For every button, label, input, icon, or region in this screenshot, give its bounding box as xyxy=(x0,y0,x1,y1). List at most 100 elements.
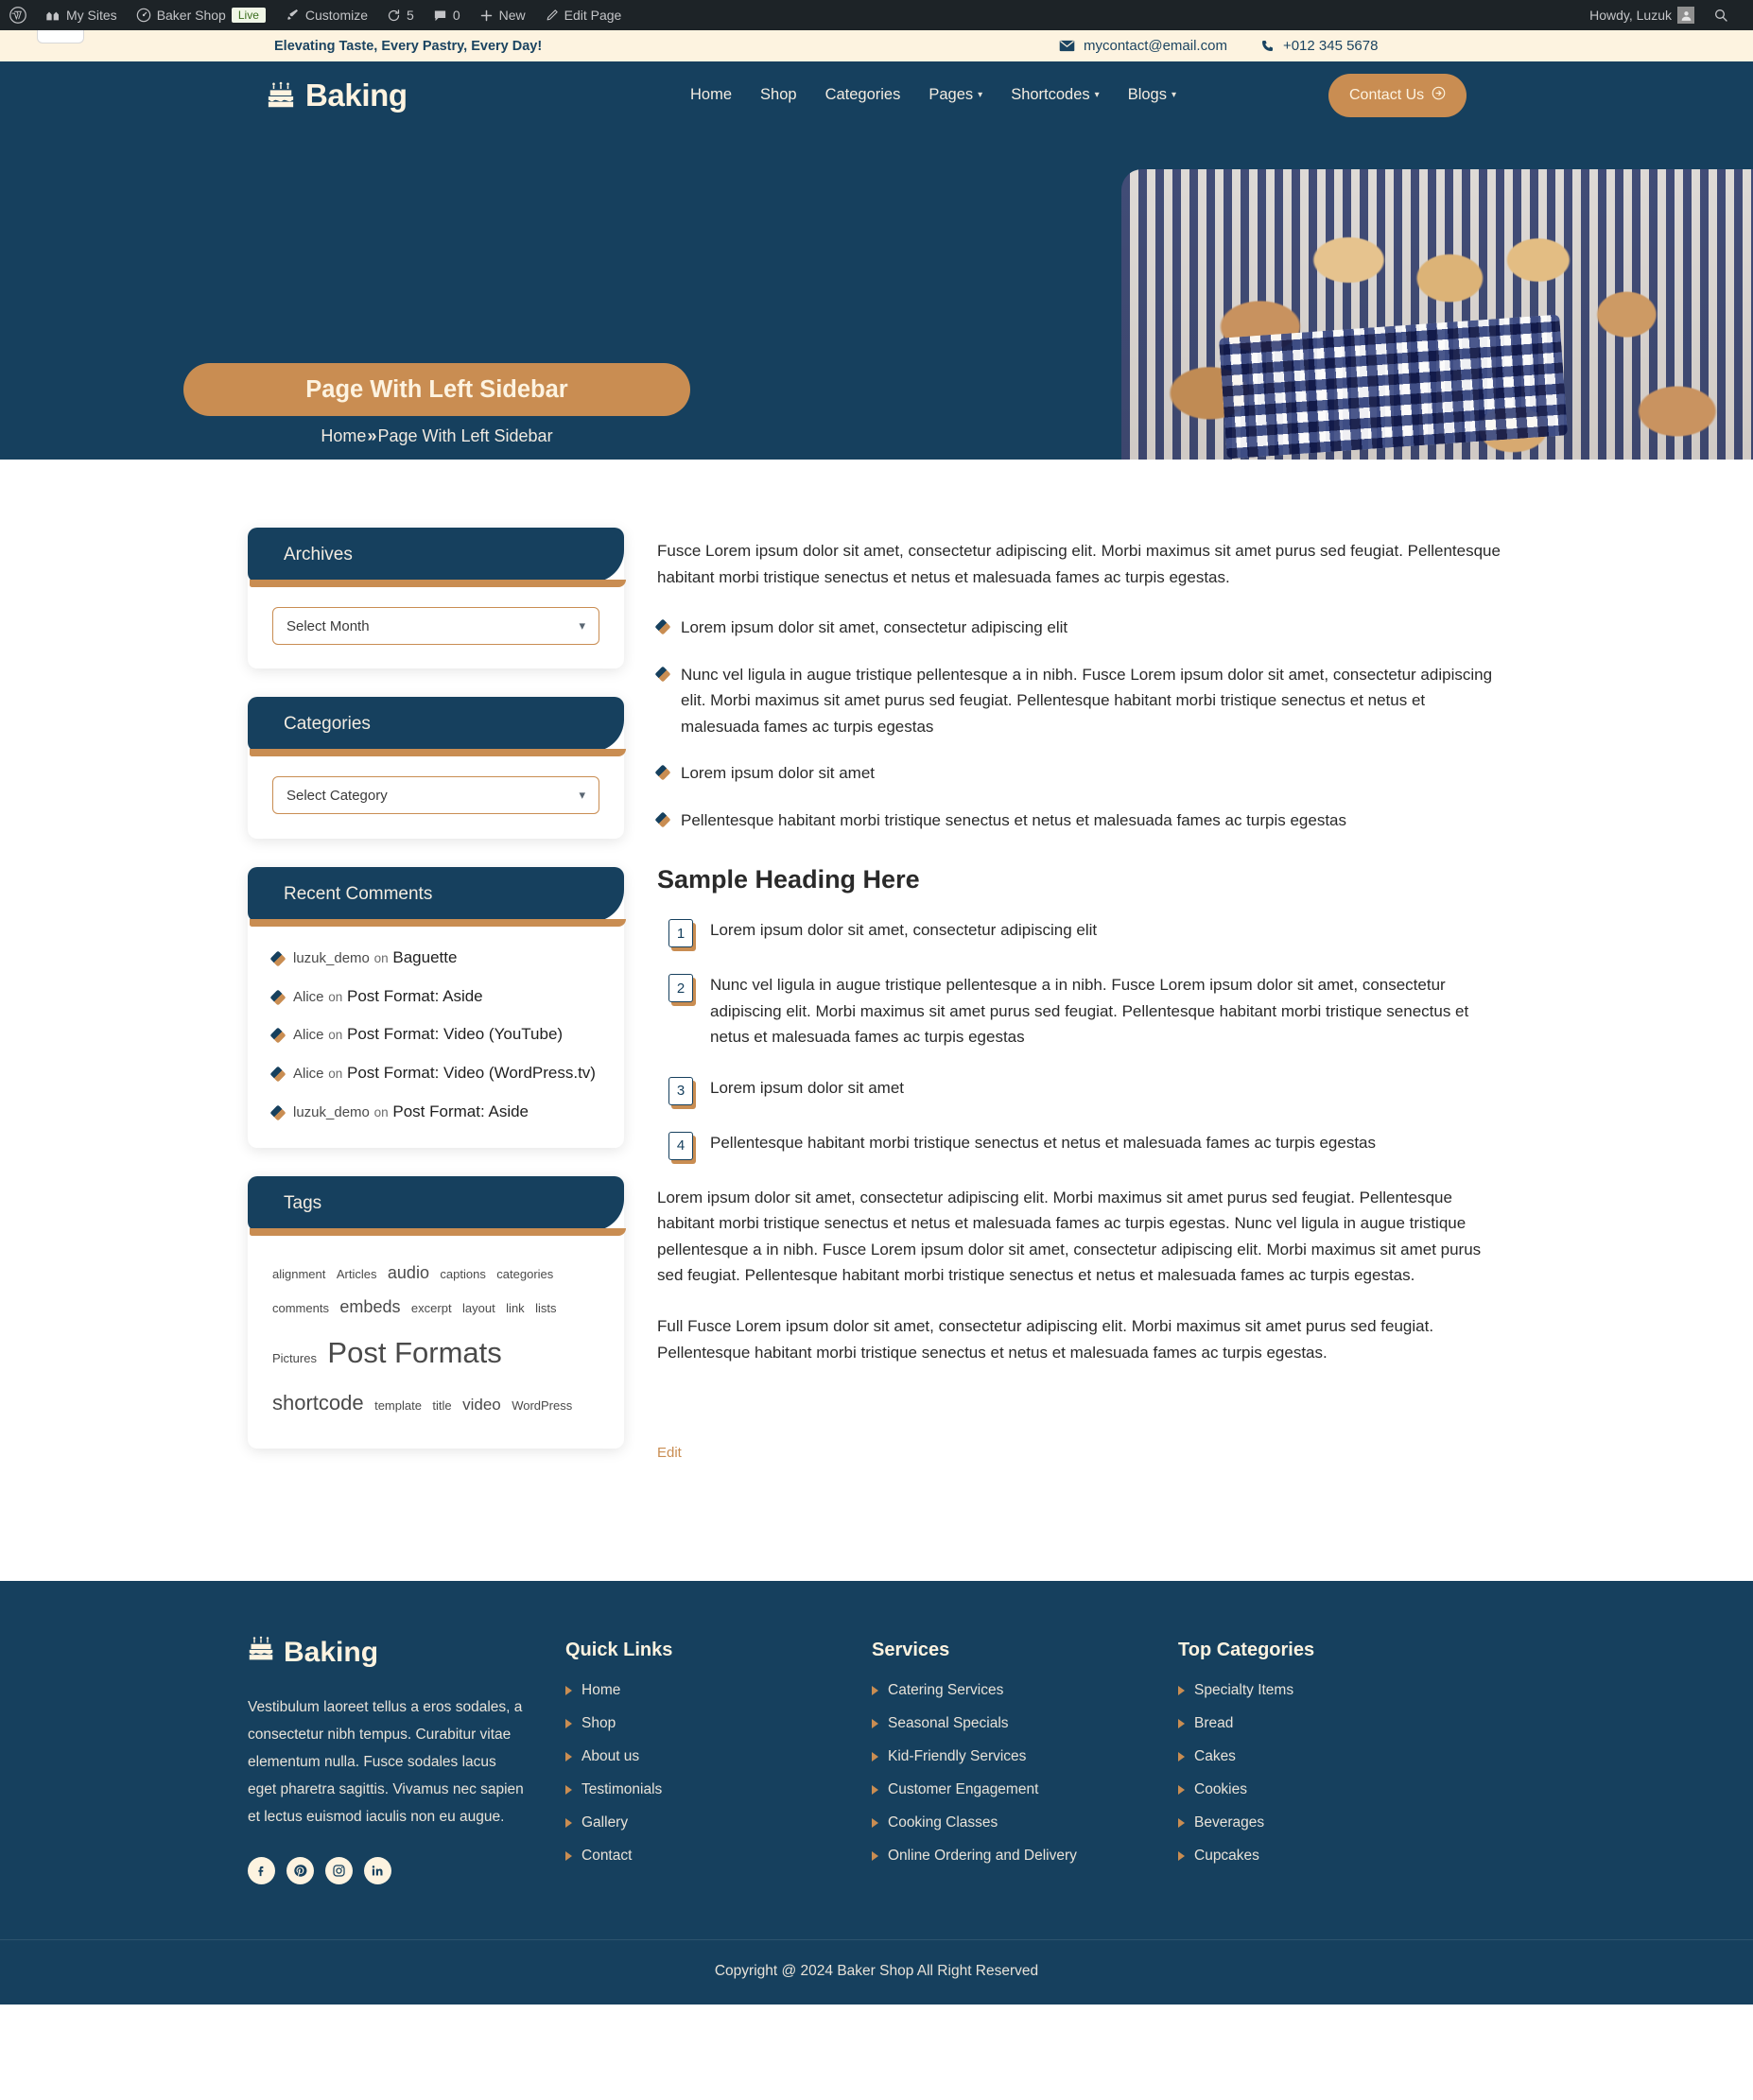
footer-link-item: Cookies xyxy=(1178,1781,1484,1798)
wp-admin-bar: My Sites Baker Shop Live Customize 5 0 N… xyxy=(0,0,1753,30)
tag-link[interactable]: Post Formats xyxy=(327,1324,501,1382)
admin-bar-customize-label: Customize xyxy=(304,8,369,23)
admin-bar-new[interactable]: New xyxy=(470,0,535,30)
tag-link[interactable]: link xyxy=(506,1296,525,1321)
comment-author: luzuk_demo xyxy=(293,1103,370,1120)
social-links xyxy=(248,1857,565,1885)
nav-item-pages[interactable]: Pages ▾ xyxy=(929,86,982,104)
footer-link-list: Specialty Items Bread Cakes Cookies Beverage… xyxy=(1178,1682,1484,1865)
diamond-bullet-icon xyxy=(269,1066,286,1083)
admin-bar-site-name[interactable]: Baker Shop Live xyxy=(127,0,275,30)
footer-link[interactable]: Shop xyxy=(565,1715,872,1732)
caret-right-icon xyxy=(1178,1818,1185,1829)
footer-link[interactable]: Online Ordering and Delivery xyxy=(872,1848,1178,1865)
footer-link[interactable]: Cookies xyxy=(1178,1781,1484,1798)
tag-link[interactable]: categories xyxy=(496,1262,553,1287)
footer-about-text: Vestibulum laoreet tellus a eros sodales… xyxy=(248,1699,524,1825)
tag-link[interactable]: layout xyxy=(462,1296,495,1321)
admin-bar-search[interactable] xyxy=(1704,0,1738,30)
tag-link[interactable]: excerpt xyxy=(411,1296,452,1321)
diamond-bullet-icon xyxy=(269,1027,286,1044)
caret-right-icon xyxy=(1178,1719,1185,1729)
tag-link[interactable]: comments xyxy=(272,1296,329,1321)
footer-link[interactable]: Seasonal Specials xyxy=(872,1715,1178,1732)
nav-item-home[interactable]: Home xyxy=(690,86,732,104)
breadcrumb-home[interactable]: Home xyxy=(321,426,366,446)
admin-bar-updates-count: 5 xyxy=(407,8,414,23)
tag-link[interactable]: WordPress xyxy=(512,1394,572,1418)
tag-link[interactable]: Articles xyxy=(337,1262,377,1287)
footer-link[interactable]: Beverages xyxy=(1178,1814,1484,1831)
site-logo[interactable]: Baking xyxy=(267,78,408,113)
bullet-list: Lorem ipsum dolor sit amet, consectetur … xyxy=(654,615,1505,833)
skip-to-content-stub[interactable] xyxy=(37,30,84,43)
email-link[interactable]: mycontact@email.com xyxy=(1059,38,1227,54)
tag-link[interactable]: template xyxy=(374,1394,422,1418)
footer-link[interactable]: Gallery xyxy=(565,1814,872,1831)
tag-link[interactable]: captions xyxy=(440,1262,485,1287)
comment-on-label: on xyxy=(373,1104,389,1119)
tag-link[interactable]: title xyxy=(432,1394,451,1418)
phone-link[interactable]: +012 345 5678 xyxy=(1259,38,1378,54)
footer-link[interactable]: Catering Services xyxy=(872,1682,1178,1699)
widget-recent-comments-title: Recent Comments xyxy=(284,884,433,904)
footer-link[interactable]: About us xyxy=(565,1748,872,1765)
footer-link[interactable]: Kid-Friendly Services xyxy=(872,1748,1178,1765)
comment-author: Alice xyxy=(293,988,324,1005)
footer-link[interactable]: Testimonials xyxy=(565,1781,872,1798)
admin-bar-my-sites[interactable]: My Sites xyxy=(36,0,127,30)
nav-label: Categories xyxy=(824,86,901,103)
footer-link[interactable]: Specialty Items xyxy=(1178,1682,1484,1699)
categories-select[interactable]: Select Category ▾ xyxy=(272,776,599,814)
admin-bar-comments[interactable]: 0 xyxy=(424,0,470,30)
edit-link[interactable]: Edit xyxy=(657,1445,682,1461)
footer-link[interactable]: Bread xyxy=(1178,1715,1484,1732)
tag-link[interactable]: shortcode xyxy=(272,1382,364,1424)
bullet-text: Nunc vel ligula in augue tristique pelle… xyxy=(681,665,1493,736)
tag-link[interactable]: audio xyxy=(388,1256,429,1290)
footer-link[interactable]: Cakes xyxy=(1178,1748,1484,1765)
admin-bar-customize[interactable]: Customize xyxy=(275,0,377,30)
linkedin-icon[interactable] xyxy=(364,1857,391,1885)
footer-link[interactable]: Home xyxy=(565,1682,872,1699)
nav-item-shortcodes[interactable]: Shortcodes ▾ xyxy=(1011,86,1100,104)
admin-bar-updates[interactable]: 5 xyxy=(377,0,424,30)
nav-label: Pages xyxy=(929,86,974,103)
facebook-icon[interactable] xyxy=(248,1857,275,1885)
recent-comment-item[interactable]: Alice on Post Format: Video (WordPress.t… xyxy=(269,1062,599,1085)
pinterest-icon[interactable] xyxy=(286,1857,314,1885)
site-tagline: Elevating Taste, Every Pastry, Every Day… xyxy=(274,38,543,54)
admin-bar-howdy[interactable]: Howdy, Luzuk xyxy=(1580,0,1704,30)
nav-item-shop[interactable]: Shop xyxy=(760,86,797,104)
nav-item-blogs[interactable]: Blogs ▾ xyxy=(1128,86,1176,104)
footer-logo[interactable]: Baking xyxy=(248,1636,565,1670)
nav-item-categories[interactable]: Categories xyxy=(825,86,901,104)
footer-link[interactable]: Contact xyxy=(565,1848,872,1865)
contact-us-button[interactable]: Contact Us xyxy=(1328,73,1467,117)
diamond-bullet-icon xyxy=(654,764,671,781)
search-icon xyxy=(1713,8,1728,23)
numbered-item: 1 Lorem ipsum dolor sit amet, consectetur… xyxy=(657,917,1505,948)
tag-link[interactable]: lists xyxy=(535,1296,556,1321)
tag-link[interactable]: Pictures xyxy=(272,1346,317,1371)
numbered-text: Lorem ipsum dolor sit amet xyxy=(710,1078,905,1097)
recent-comment-item[interactable]: luzuk_demo on Baguette xyxy=(269,946,599,970)
instagram-icon[interactable] xyxy=(325,1857,353,1885)
footer-link[interactable]: Cupcakes xyxy=(1178,1848,1484,1865)
tag-link[interactable]: embeds xyxy=(339,1290,400,1324)
recent-comment-item[interactable]: Alice on Post Format: Video (YouTube) xyxy=(269,1023,599,1047)
recent-comment-item[interactable]: luzuk_demo on Post Format: Aside xyxy=(269,1101,599,1124)
diamond-bullet-icon xyxy=(654,666,671,683)
tag-link[interactable]: video xyxy=(462,1389,501,1421)
admin-bar-edit-page[interactable]: Edit Page xyxy=(535,0,632,30)
footer-link[interactable]: Cooking Classes xyxy=(872,1814,1178,1831)
tag-link[interactable]: alignment xyxy=(272,1262,325,1287)
list-number-badge: 2 xyxy=(668,974,693,1003)
archives-select[interactable]: Select Month ▾ xyxy=(272,607,599,645)
footer-link-item: Kid-Friendly Services xyxy=(872,1748,1178,1765)
footer-link-item: Gallery xyxy=(565,1814,872,1831)
recent-comment-item[interactable]: Alice on Post Format: Aside xyxy=(269,985,599,1009)
footer-link[interactable]: Customer Engagement xyxy=(872,1781,1178,1798)
admin-bar-wordpress-logo[interactable] xyxy=(0,0,36,30)
bullet-text: Lorem ipsum dolor sit amet xyxy=(681,764,876,783)
